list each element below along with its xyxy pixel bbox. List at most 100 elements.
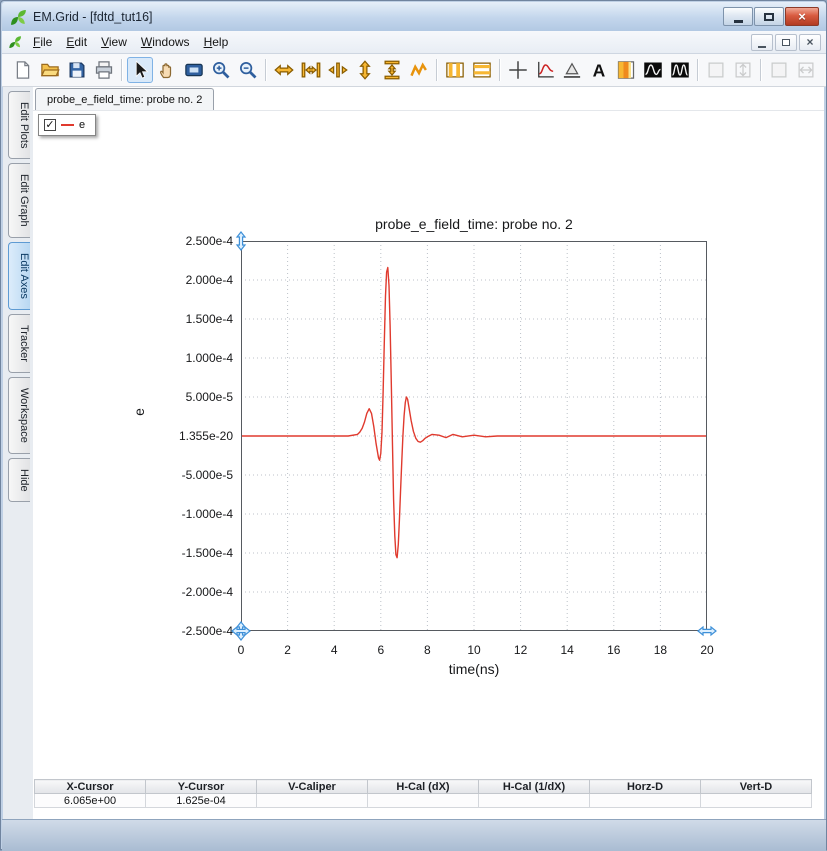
y-tick-label: -2.500e-4	[128, 624, 233, 638]
save-icon	[67, 60, 87, 80]
toolbar-separator	[760, 59, 762, 81]
maximize-button[interactable]	[754, 7, 784, 26]
sidebar-tab-edit-axes[interactable]: Edit Axes	[8, 242, 30, 310]
zoom-in-button[interactable]	[208, 57, 234, 83]
select-pointer-button[interactable]	[127, 57, 153, 83]
sidebar-tab-hide[interactable]: Hide	[8, 458, 30, 503]
v-expand-icon	[355, 60, 375, 80]
toolbar-separator	[265, 59, 267, 81]
x-tick-label: 12	[504, 643, 538, 657]
mdi-minimize-button[interactable]	[751, 34, 773, 51]
new-button[interactable]	[10, 57, 36, 83]
toolbar-separator	[697, 59, 699, 81]
cursor-col-header: X-Cursor	[35, 780, 146, 794]
open-button[interactable]	[37, 57, 63, 83]
print-button[interactable]	[91, 57, 117, 83]
y-tick-label: 2.500e-4	[128, 234, 233, 248]
v-expand-button[interactable]	[352, 57, 378, 83]
fit-vertical-button	[730, 57, 756, 83]
mdi-close-button[interactable]: ×	[799, 34, 821, 51]
axes-curve-button[interactable]	[532, 57, 558, 83]
x-tick-label: 18	[643, 643, 677, 657]
toolbar-separator	[436, 59, 438, 81]
waveform-icon	[643, 60, 663, 80]
y-tick-label: 1.000e-4	[128, 351, 233, 365]
cursor-value-cell	[257, 794, 368, 808]
svg-text:A: A	[593, 60, 606, 80]
y-tick-label: -2.000e-4	[128, 585, 233, 599]
h-expand-icon	[274, 60, 294, 80]
pan-hand-button[interactable]	[154, 57, 180, 83]
autoscale-button[interactable]	[406, 57, 432, 83]
waveform2-button[interactable]	[667, 57, 693, 83]
sidebar-tab-edit-graph[interactable]: Edit Graph	[8, 163, 30, 238]
sidebar-tab-strip: Edit Plots Edit Graph Edit Axes Tracker Work…	[3, 87, 33, 819]
caliper-icon	[562, 60, 582, 80]
legend-checkbox[interactable]: ✓	[44, 119, 56, 131]
sidebar-tab-workspace[interactable]: Workspace	[8, 377, 30, 454]
page-outline2-icon	[769, 60, 789, 80]
waveform-button[interactable]	[640, 57, 666, 83]
zoom-out-icon	[238, 60, 258, 80]
v-fit-button[interactable]	[379, 57, 405, 83]
x-tick-label: 2	[271, 643, 305, 657]
menu-file[interactable]: File	[26, 33, 59, 51]
document-tab[interactable]: probe_e_field_time: probe no. 2	[35, 88, 214, 111]
rows-icon	[472, 60, 492, 80]
rows-button[interactable]	[469, 57, 495, 83]
menu-view[interactable]: View	[94, 33, 134, 51]
page-outline-icon	[706, 60, 726, 80]
y-tick-label: 2.000e-4	[128, 273, 233, 287]
caliper-button[interactable]	[559, 57, 585, 83]
cursor-value-cell	[590, 794, 701, 808]
zoom-region-button[interactable]	[181, 57, 207, 83]
mdi-restore-icon	[782, 39, 790, 46]
emgrid-logo-icon	[9, 8, 27, 26]
window-bottom-frame	[2, 819, 826, 851]
tab-divider	[33, 110, 824, 111]
zoom-out-button[interactable]	[235, 57, 261, 83]
x-tick-label: 20	[690, 643, 724, 657]
colormap-button[interactable]	[613, 57, 639, 83]
maximize-icon	[764, 13, 774, 21]
cursor-value-cell: 6.065e+00	[35, 794, 146, 808]
zoom-region-icon	[184, 60, 204, 80]
v-fit-icon	[382, 60, 402, 80]
fit-horizontal-button	[793, 57, 819, 83]
h-fit-icon	[301, 60, 321, 80]
minimize-button[interactable]	[723, 7, 753, 26]
columns-icon	[445, 60, 465, 80]
h-fit-button[interactable]	[298, 57, 324, 83]
colormap-icon	[616, 60, 636, 80]
workspace: Edit Plots Edit Graph Edit Axes Tracker Work…	[2, 87, 826, 819]
crosshair-button[interactable]	[505, 57, 531, 83]
x-tick-label: 14	[550, 643, 584, 657]
cursor-value-cell	[701, 794, 812, 808]
close-button[interactable]: ×	[785, 7, 819, 26]
x-tick-label: 4	[317, 643, 351, 657]
page-outline2-button	[766, 57, 792, 83]
plot-canvas[interactable]	[241, 241, 707, 631]
new-icon	[13, 60, 33, 80]
crosshair-icon	[508, 60, 528, 80]
sidebar-tab-edit-plots[interactable]: Edit Plots	[8, 91, 30, 159]
titlebar[interactable]: EM.Grid - [fdtd_tut16] ×	[2, 2, 826, 31]
mdi-restore-button[interactable]	[775, 34, 797, 51]
y-tick-label: -1.000e-4	[128, 507, 233, 521]
text-annotation-button[interactable]: A	[586, 57, 612, 83]
fit-vertical-icon	[733, 60, 753, 80]
menu-help[interactable]: Help	[197, 33, 236, 51]
x-tick-label: 0	[224, 643, 258, 657]
sidebar-tab-tracker[interactable]: Tracker	[8, 314, 30, 373]
h-expand-button[interactable]	[271, 57, 297, 83]
columns-button[interactable]	[442, 57, 468, 83]
app-window: EM.Grid - [fdtd_tut16] × FileEditViewWin…	[0, 0, 827, 850]
menu-edit[interactable]: Edit	[59, 33, 94, 51]
open-icon	[40, 60, 60, 80]
cursor-col-header: V-Caliper	[257, 780, 368, 794]
menu-windows[interactable]: Windows	[134, 33, 197, 51]
mdi-system-icon[interactable]	[7, 34, 23, 50]
legend-box: ✓ e	[38, 114, 96, 136]
save-button[interactable]	[64, 57, 90, 83]
h-collapse-button[interactable]	[325, 57, 351, 83]
